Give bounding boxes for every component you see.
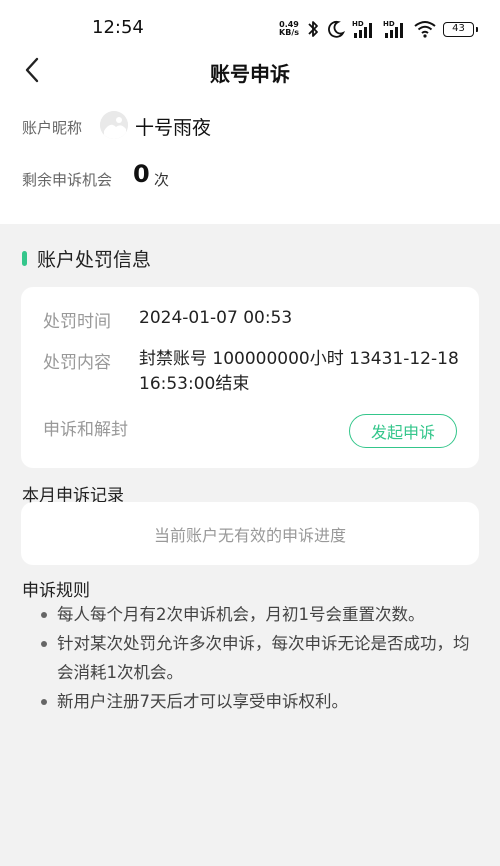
penalty-section-text: 账户处罚信息 bbox=[37, 248, 152, 271]
penalty-content-label: 处罚内容 bbox=[43, 353, 111, 373]
rules-title: 申诉规则 bbox=[22, 581, 90, 601]
account-summary-panel: 12:54 0.49 KB/s HD HD 43 账号申诉 账户昵称 十号雨夜 … bbox=[0, 0, 500, 224]
penalty-content-value: 封禁账号 100000000小时 13431-12-18 16:53:00结束 bbox=[139, 349, 459, 394]
start-appeal-button[interactable]: 发起申诉 bbox=[349, 414, 457, 448]
svg-text:HD: HD bbox=[383, 20, 395, 28]
rule-item: 每人每个月有2次申诉机会，月初1号会重置次数。 bbox=[38, 600, 478, 629]
battery-icon: 43 bbox=[443, 21, 478, 37]
avatar-placeholder-icon bbox=[100, 111, 128, 139]
rule-item: 新用户注册7天后才可以享受申诉权利。 bbox=[38, 687, 478, 716]
penalty-section-title: 账户处罚信息 bbox=[22, 246, 152, 271]
avatar bbox=[100, 111, 128, 139]
network-speed: 0.49 KB/s bbox=[279, 21, 299, 37]
chances-count: 0 bbox=[133, 160, 150, 188]
status-time: 12:54 bbox=[92, 17, 144, 38]
records-card: 当前账户无有效的申诉进度 bbox=[21, 502, 479, 565]
penalty-card: 处罚时间 2024-01-07 00:53 处罚内容 封禁账号 10000000… bbox=[21, 287, 479, 468]
section-accent-bar bbox=[22, 250, 27, 266]
battery-level: 43 bbox=[452, 22, 465, 34]
rules-list: 每人每个月有2次申诉机会，月初1号会重置次数。 针对某次处罚允许多次申诉，每次申… bbox=[38, 600, 478, 716]
penalty-time-label: 处罚时间 bbox=[43, 312, 111, 332]
network-speed-unit: KB/s bbox=[279, 28, 299, 37]
signal-hd-icon: HD bbox=[352, 20, 372, 38]
nickname-value: 十号雨夜 bbox=[135, 117, 212, 139]
rule-item: 针对某次处罚允许多次申诉，每次申诉无论是否成功，均会消耗1次机会。 bbox=[38, 629, 478, 687]
bluetooth-icon bbox=[308, 21, 318, 37]
nickname-label: 账户昵称 bbox=[22, 119, 83, 137]
chances-unit: 次 bbox=[154, 171, 170, 189]
signal-hd-icon: HD bbox=[383, 20, 403, 38]
svg-text:HD: HD bbox=[352, 20, 364, 28]
wifi-icon bbox=[414, 21, 436, 38]
moon-icon bbox=[328, 20, 345, 38]
status-icons: 0.49 KB/s HD HD 43 bbox=[279, 18, 478, 40]
page-header: 账号申诉 bbox=[0, 48, 500, 92]
records-empty-text: 当前账户无有效的申诉进度 bbox=[153, 525, 346, 545]
penalty-time-value: 2024-01-07 00:53 bbox=[139, 308, 293, 328]
chances-label: 剩余申诉机会 bbox=[22, 171, 113, 189]
page-title: 账号申诉 bbox=[210, 62, 290, 86]
unblock-label: 申诉和解封 bbox=[43, 420, 128, 440]
